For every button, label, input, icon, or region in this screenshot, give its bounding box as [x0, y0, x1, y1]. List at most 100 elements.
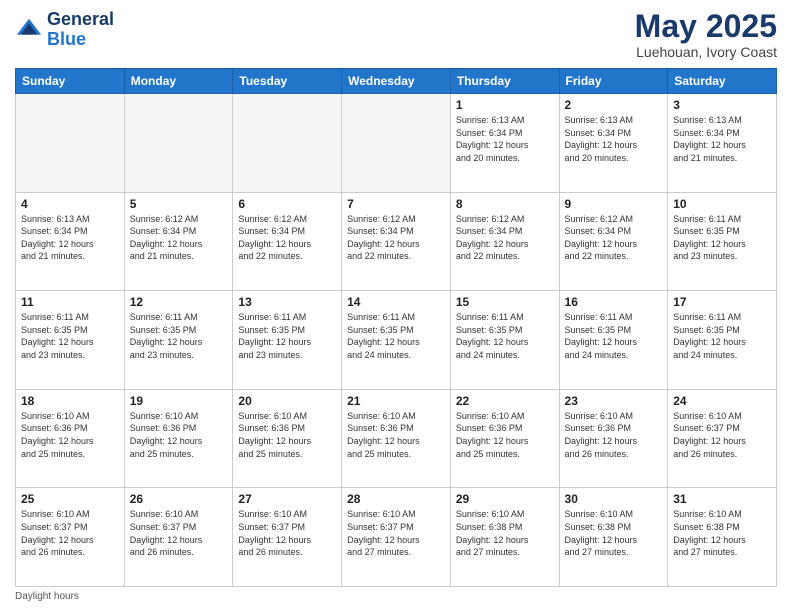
calendar-cell: 17Sunrise: 6:11 AM Sunset: 6:35 PM Dayli… [668, 291, 777, 390]
weekday-header: Friday [559, 69, 668, 94]
day-number: 18 [21, 394, 119, 408]
calendar-week-row: 25 Sunrise: 6:10 AM Sunset: 6:37 PM Dayli… [16, 488, 777, 587]
day-info: Sunrise: 6:10 AM Sunset: 6:38 PM Dayligh… [456, 508, 554, 558]
day-info: Sunrise: 6:11 AM Sunset: 6:35 PM Dayligh… [238, 311, 336, 361]
calendar-cell: 6 Sunrise: 6:12 AM Sunset: 6:34 PM Daylig… [233, 192, 342, 291]
day-info: Sunrise: 6:11 AM Sunset: 6:35 PM Dayligh… [673, 311, 771, 361]
day-info: Sunrise: 6:13 AM Sunset: 6:34 PM Dayligh… [21, 213, 119, 263]
daylight-label: Daylight hours [15, 591, 79, 602]
day-number: 3 [673, 98, 771, 112]
day-number: 29 [456, 492, 554, 506]
day-info: Sunrise: 6:10 AM Sunset: 6:38 PM Dayligh… [673, 508, 771, 558]
day-number: 10 [673, 197, 771, 211]
calendar-week-row: 1 Sunrise: 6:13 AM Sunset: 6:34 PM Daylig… [16, 94, 777, 193]
day-info: Sunrise: 6:11 AM Sunset: 6:35 PM Dayligh… [456, 311, 554, 361]
page: General Blue May 2025 Luehouan, Ivory Co… [0, 0, 792, 612]
day-number: 31 [673, 492, 771, 506]
day-info: Sunrise: 6:10 AM Sunset: 6:36 PM Dayligh… [21, 410, 119, 460]
weekday-header: Thursday [450, 69, 559, 94]
day-number: 16 [565, 295, 663, 309]
day-info: Sunrise: 6:12 AM Sunset: 6:34 PM Dayligh… [456, 213, 554, 263]
day-number: 8 [456, 197, 554, 211]
logo: General Blue [15, 10, 114, 50]
calendar-cell: 12 Sunrise: 6:11 AM Sunset: 6:35 PM Dayli… [124, 291, 233, 390]
day-info: Sunrise: 6:10 AM Sunset: 6:36 PM Dayligh… [347, 410, 445, 460]
title-block: May 2025 Luehouan, Ivory Coast [635, 10, 777, 60]
day-info: Sunrise: 6:11 AM Sunset: 6:35 PM Dayligh… [673, 213, 771, 263]
calendar-cell [124, 94, 233, 193]
footer: Daylight hours [15, 591, 777, 602]
weekday-header-row: SundayMondayTuesdayWednesdayThursdayFrid… [16, 69, 777, 94]
day-number: 27 [238, 492, 336, 506]
logo-line1: General [47, 10, 114, 30]
calendar-week-row: 4 Sunrise: 6:13 AM Sunset: 6:34 PM Daylig… [16, 192, 777, 291]
day-info: Sunrise: 6:12 AM Sunset: 6:34 PM Dayligh… [238, 213, 336, 263]
day-info: Sunrise: 6:13 AM Sunset: 6:34 PM Dayligh… [565, 114, 663, 164]
calendar-cell [233, 94, 342, 193]
weekday-header: Monday [124, 69, 233, 94]
day-info: Sunrise: 6:13 AM Sunset: 6:34 PM Dayligh… [673, 114, 771, 164]
day-number: 25 [21, 492, 119, 506]
calendar-cell: 10 Sunrise: 6:11 AM Sunset: 6:35 PM Dayli… [668, 192, 777, 291]
calendar-cell: 28 Sunrise: 6:10 AM Sunset: 6:37 PM Dayli… [342, 488, 451, 587]
calendar-cell: 14Sunrise: 6:11 AM Sunset: 6:35 PM Dayli… [342, 291, 451, 390]
calendar-cell: 24Sunrise: 6:10 AM Sunset: 6:37 PM Dayli… [668, 389, 777, 488]
calendar-cell: 3 Sunrise: 6:13 AM Sunset: 6:34 PM Daylig… [668, 94, 777, 193]
day-info: Sunrise: 6:12 AM Sunset: 6:34 PM Dayligh… [130, 213, 228, 263]
calendar-cell: 19 Sunrise: 6:10 AM Sunset: 6:36 PM Dayli… [124, 389, 233, 488]
day-info: Sunrise: 6:10 AM Sunset: 6:37 PM Dayligh… [238, 508, 336, 558]
calendar-cell: 5Sunrise: 6:12 AM Sunset: 6:34 PM Daylig… [124, 192, 233, 291]
day-number: 20 [238, 394, 336, 408]
day-number: 26 [130, 492, 228, 506]
calendar-cell: 29 Sunrise: 6:10 AM Sunset: 6:38 PM Dayli… [450, 488, 559, 587]
calendar-cell: 30Sunrise: 6:10 AM Sunset: 6:38 PM Dayli… [559, 488, 668, 587]
calendar-cell: 15 Sunrise: 6:11 AM Sunset: 6:35 PM Dayli… [450, 291, 559, 390]
calendar-cell: 18 Sunrise: 6:10 AM Sunset: 6:36 PM Dayli… [16, 389, 125, 488]
day-number: 15 [456, 295, 554, 309]
calendar-cell: 1 Sunrise: 6:13 AM Sunset: 6:34 PM Daylig… [450, 94, 559, 193]
day-info: Sunrise: 6:10 AM Sunset: 6:36 PM Dayligh… [238, 410, 336, 460]
day-info: Sunrise: 6:12 AM Sunset: 6:34 PM Dayligh… [565, 213, 663, 263]
day-number: 7 [347, 197, 445, 211]
day-info: Sunrise: 6:10 AM Sunset: 6:36 PM Dayligh… [565, 410, 663, 460]
calendar-cell: 7 Sunrise: 6:12 AM Sunset: 6:34 PM Daylig… [342, 192, 451, 291]
header: General Blue May 2025 Luehouan, Ivory Co… [15, 10, 777, 60]
day-info: Sunrise: 6:12 AM Sunset: 6:34 PM Dayligh… [347, 213, 445, 263]
calendar-cell: 2 Sunrise: 6:13 AM Sunset: 6:34 PM Daylig… [559, 94, 668, 193]
logo-line2: Blue [47, 30, 114, 50]
calendar-cell [342, 94, 451, 193]
day-number: 11 [21, 295, 119, 309]
calendar-table: SundayMondayTuesdayWednesdayThursdayFrid… [15, 68, 777, 587]
calendar-cell: 20 Sunrise: 6:10 AM Sunset: 6:36 PM Dayli… [233, 389, 342, 488]
day-info: Sunrise: 6:11 AM Sunset: 6:35 PM Dayligh… [130, 311, 228, 361]
day-number: 19 [130, 394, 228, 408]
weekday-header: Tuesday [233, 69, 342, 94]
day-number: 2 [565, 98, 663, 112]
calendar-cell: 31 Sunrise: 6:10 AM Sunset: 6:38 PM Dayli… [668, 488, 777, 587]
day-info: Sunrise: 6:11 AM Sunset: 6:35 PM Dayligh… [347, 311, 445, 361]
weekday-header: Saturday [668, 69, 777, 94]
day-number: 24 [673, 394, 771, 408]
day-number: 6 [238, 197, 336, 211]
calendar-cell: 13 Sunrise: 6:11 AM Sunset: 6:35 PM Dayli… [233, 291, 342, 390]
day-number: 12 [130, 295, 228, 309]
weekday-header: Sunday [16, 69, 125, 94]
weekday-header: Wednesday [342, 69, 451, 94]
logo-icon [15, 16, 43, 44]
day-info: Sunrise: 6:13 AM Sunset: 6:34 PM Dayligh… [456, 114, 554, 164]
day-number: 4 [21, 197, 119, 211]
day-info: Sunrise: 6:11 AM Sunset: 6:35 PM Dayligh… [565, 311, 663, 361]
day-number: 1 [456, 98, 554, 112]
calendar-cell: 9 Sunrise: 6:12 AM Sunset: 6:34 PM Daylig… [559, 192, 668, 291]
calendar-cell: 22Sunrise: 6:10 AM Sunset: 6:36 PM Dayli… [450, 389, 559, 488]
day-info: Sunrise: 6:10 AM Sunset: 6:36 PM Dayligh… [130, 410, 228, 460]
day-number: 28 [347, 492, 445, 506]
day-number: 9 [565, 197, 663, 211]
calendar-cell: 21Sunrise: 6:10 AM Sunset: 6:36 PM Dayli… [342, 389, 451, 488]
day-number: 22 [456, 394, 554, 408]
day-info: Sunrise: 6:10 AM Sunset: 6:37 PM Dayligh… [347, 508, 445, 558]
day-number: 13 [238, 295, 336, 309]
calendar-cell: 16 Sunrise: 6:11 AM Sunset: 6:35 PM Dayli… [559, 291, 668, 390]
calendar-cell: 23Sunrise: 6:10 AM Sunset: 6:36 PM Dayli… [559, 389, 668, 488]
day-info: Sunrise: 6:10 AM Sunset: 6:37 PM Dayligh… [21, 508, 119, 558]
